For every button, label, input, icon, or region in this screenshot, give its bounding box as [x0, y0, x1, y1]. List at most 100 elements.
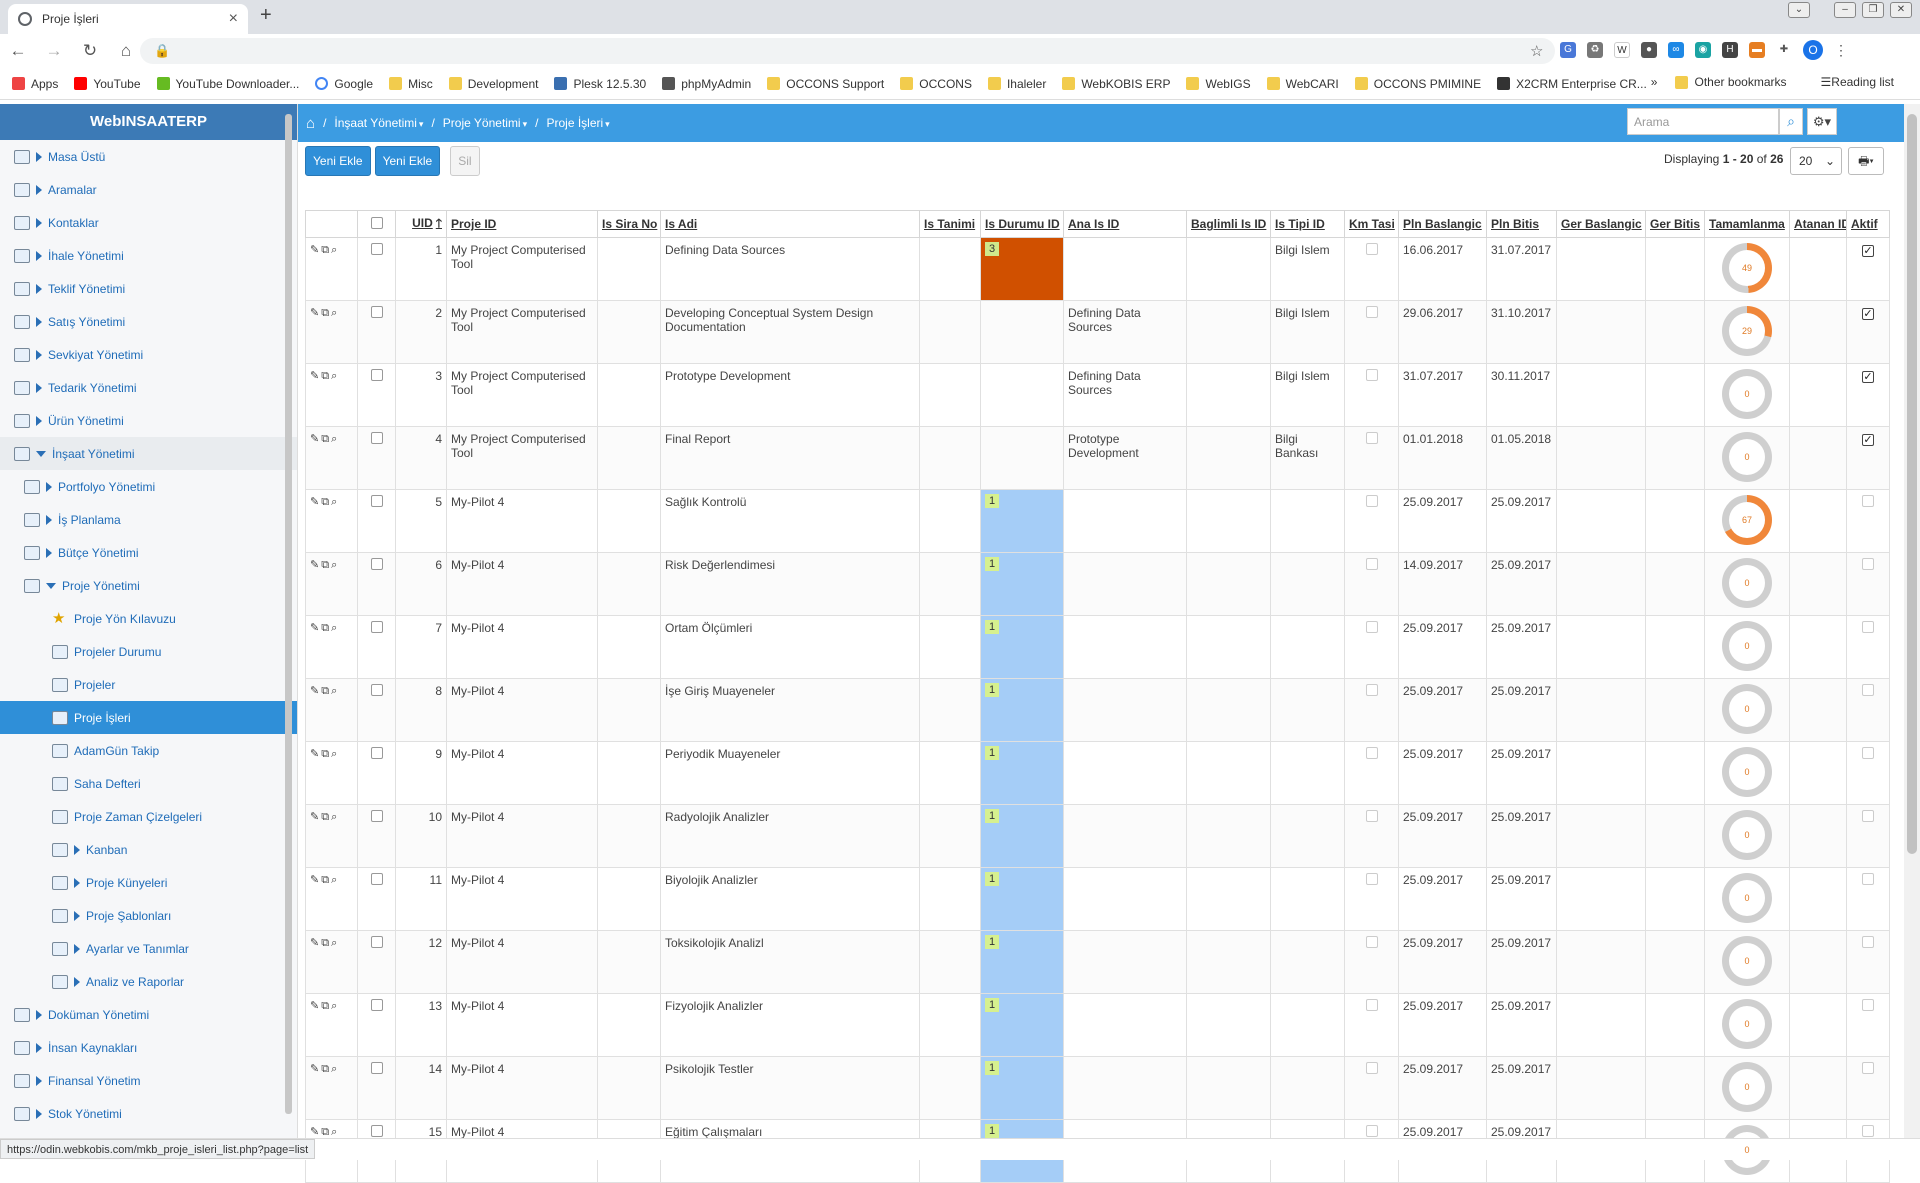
row-checkbox[interactable]	[370, 558, 383, 570]
bookmark-12[interactable]: WebIGS	[1186, 77, 1251, 91]
close-tab-icon[interactable]: ×	[229, 10, 238, 28]
copy-icon[interactable]: ⧉	[321, 811, 329, 823]
bookmark-5[interactable]: Development	[448, 77, 538, 91]
edit-icon[interactable]: ✎	[310, 244, 319, 256]
milestone-checkbox[interactable]	[1365, 306, 1378, 318]
forward-icon[interactable]: →	[36, 41, 72, 61]
row-checkbox[interactable]	[370, 495, 383, 507]
caret-right-icon[interactable]	[36, 217, 42, 228]
milestone-checkbox[interactable]	[1365, 621, 1378, 633]
caret-right-icon[interactable]	[36, 349, 42, 360]
column-header-is-durumu-id[interactable]: Is Durumu ID	[980, 210, 1064, 238]
view-icon[interactable]: ⌕	[331, 937, 337, 949]
bookmark-13[interactable]: WebCARI	[1266, 77, 1339, 91]
sidebar-scrollbar[interactable]	[285, 114, 292, 1114]
search-input[interactable]: Arama	[1627, 108, 1779, 135]
view-icon[interactable]: ⌕	[331, 685, 337, 697]
milestone-checkbox[interactable]	[1365, 243, 1378, 255]
sidebar-item-22[interactable]: Proje Künyeleri	[0, 866, 297, 899]
sidebar-item-25[interactable]: Analiz ve Raporlar	[0, 965, 297, 998]
caret-right-icon[interactable]	[36, 151, 42, 162]
copy-icon[interactable]: ⧉	[321, 496, 329, 508]
home-icon[interactable]: ⌂	[108, 41, 144, 61]
sidebar-item-28[interactable]: Finansal Yönetim	[0, 1064, 297, 1097]
caret-right-icon[interactable]	[46, 481, 52, 492]
edit-icon[interactable]: ✎	[310, 433, 319, 445]
column-header-baglimli-is-id[interactable]: Baglimli Is ID	[1186, 210, 1271, 238]
print-button[interactable]: 🖶▾	[1848, 147, 1884, 175]
column-header-proje-id[interactable]: Proje ID	[446, 210, 598, 238]
row-checkbox[interactable]	[370, 621, 383, 633]
column-header-is-adi[interactable]: Is Adi	[660, 210, 920, 238]
active-checkbox[interactable]	[1862, 810, 1874, 822]
row-checkbox[interactable]	[370, 747, 383, 759]
sidebar-item-18[interactable]: AdamGün Takip	[0, 734, 297, 767]
edit-icon[interactable]: ✎	[310, 685, 319, 697]
settings-button[interactable]: ⚙▾	[1807, 108, 1837, 135]
home-icon[interactable]: ⌂	[306, 115, 315, 132]
bookmark-11[interactable]: WebKOBIS ERP	[1062, 77, 1170, 91]
caret-right-icon[interactable]	[36, 283, 42, 294]
view-icon[interactable]: ⌕	[331, 811, 337, 823]
row-checkbox[interactable]	[370, 306, 383, 318]
row-checkbox[interactable]	[370, 243, 383, 255]
column-header-atanan-id[interactable]: Atanan ID	[1789, 210, 1847, 238]
sidebar-item-2[interactable]: Kontaklar	[0, 206, 297, 239]
sidebar-item-15[interactable]: Projeler Durumu	[0, 635, 297, 668]
reload-icon[interactable]: ↻	[72, 41, 108, 61]
add-button[interactable]: Yeni Ekle	[305, 146, 371, 176]
bookmark-8[interactable]: OCCONS Support	[767, 77, 884, 91]
view-icon[interactable]: ⌕	[331, 1063, 337, 1075]
sidebar-item-4[interactable]: Teklif Yönetimi	[0, 272, 297, 305]
page-scrollbar[interactable]	[1904, 104, 1920, 1138]
reading-list[interactable]: ☰ Reading list	[1821, 75, 1894, 89]
bookmark-2[interactable]: YouTube Downloader...	[156, 77, 299, 91]
active-checkbox[interactable]	[1862, 747, 1874, 759]
edit-icon[interactable]: ✎	[310, 811, 319, 823]
row-checkbox[interactable]	[370, 810, 383, 822]
sidebar-item-3[interactable]: İhale Yönetimi	[0, 239, 297, 272]
column-header-ana-is-id[interactable]: Ana Is ID	[1063, 210, 1187, 238]
breadcrumb-insaat[interactable]: İnşaat Yönetimi ▾	[334, 116, 423, 130]
edit-icon[interactable]: ✎	[310, 1126, 319, 1138]
copy-icon[interactable]: ⧉	[321, 244, 329, 256]
bookmark-6[interactable]: Plesk 12.5.30	[554, 77, 646, 91]
active-checkbox[interactable]	[1862, 308, 1874, 320]
milestone-checkbox[interactable]	[1365, 747, 1378, 759]
html-ext-icon[interactable]: H	[1722, 42, 1738, 58]
view-icon[interactable]: ⌕	[331, 874, 337, 886]
copy-icon[interactable]: ⧉	[321, 1063, 329, 1075]
bookmark-0[interactable]: Apps	[12, 77, 58, 91]
add-button-2[interactable]: Yeni Ekle	[374, 146, 441, 176]
copy-icon[interactable]: ⧉	[321, 559, 329, 571]
infinity-ext-icon[interactable]: ∞	[1668, 42, 1684, 58]
column-header-is-tipi-id[interactable]: Is Tipi ID	[1270, 210, 1345, 238]
sidebar-item-21[interactable]: Kanban	[0, 833, 297, 866]
sidebar-item-0[interactable]: Masa Üstü	[0, 140, 297, 173]
sidebar-item-13[interactable]: Proje Yönetimi	[0, 569, 297, 602]
column-header-tamamlanma[interactable]: Tamamlanma	[1704, 210, 1790, 238]
snap-ext-icon[interactable]: ▬	[1749, 42, 1765, 58]
pin-ext-icon[interactable]: ●	[1641, 42, 1657, 58]
view-icon[interactable]: ⌕	[331, 748, 337, 760]
milestone-checkbox[interactable]	[1365, 558, 1378, 570]
profile-avatar[interactable]: O	[1803, 40, 1823, 60]
caret-right-icon[interactable]	[36, 250, 42, 261]
column-header-pln-bitis[interactable]: Pln Bitis	[1486, 210, 1557, 238]
menu-kebab-icon[interactable]: ⋮	[1834, 42, 1848, 59]
caret-right-icon[interactable]	[46, 547, 52, 558]
caret-right-icon[interactable]	[36, 1075, 42, 1086]
bookmark-14[interactable]: OCCONS PMIMINE	[1354, 77, 1481, 91]
browser-tab[interactable]: Proje İşleri ×	[8, 4, 248, 34]
globe-ext-icon[interactable]: ◉	[1695, 42, 1711, 58]
view-icon[interactable]: ⌕	[331, 622, 337, 634]
active-checkbox[interactable]	[1862, 936, 1874, 948]
column-header-uid[interactable]: UID 🡑	[395, 210, 447, 238]
copy-icon[interactable]: ⧉	[321, 685, 329, 697]
row-checkbox[interactable]	[370, 936, 383, 948]
copy-icon[interactable]: ⧉	[321, 1126, 329, 1138]
caret-right-icon[interactable]	[36, 415, 42, 426]
caret-right-icon[interactable]	[36, 382, 42, 393]
active-checkbox[interactable]	[1862, 371, 1874, 383]
back-icon[interactable]: ←	[0, 41, 36, 61]
